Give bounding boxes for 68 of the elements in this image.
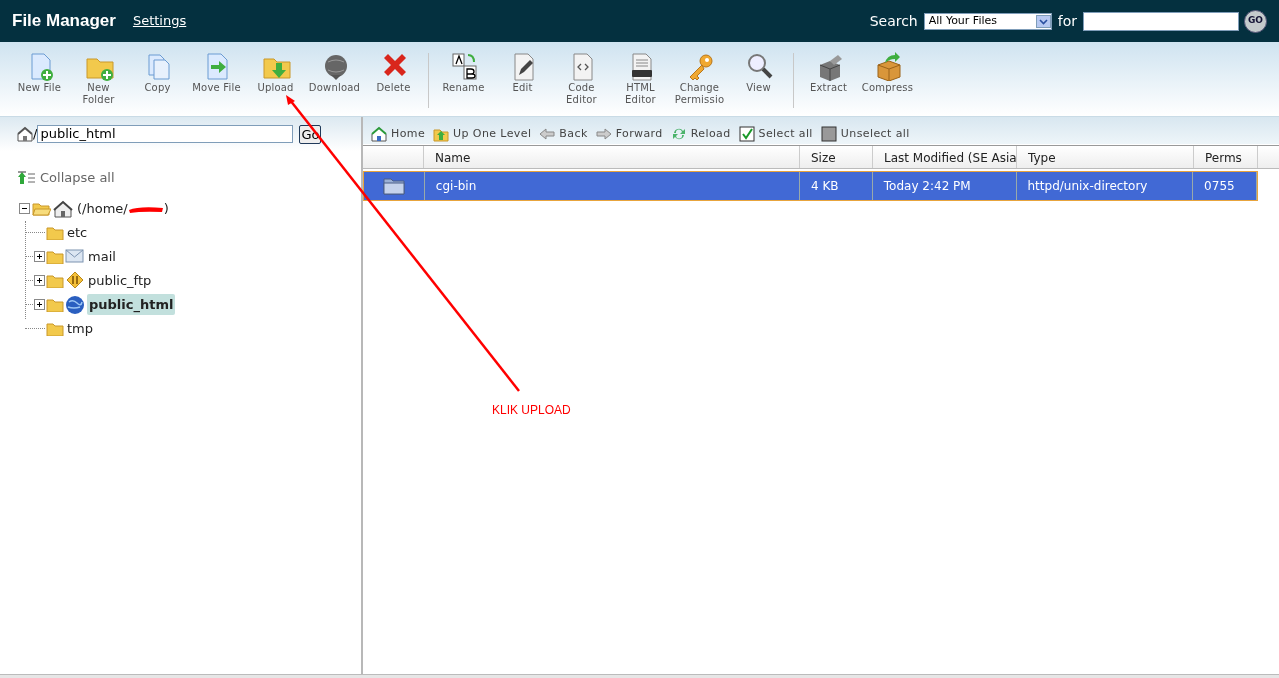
folder-icon (46, 249, 64, 264)
collapse-icon (18, 170, 36, 185)
search-label: Search (869, 11, 918, 31)
toolbar-button[interactable]: Code Editor (552, 51, 611, 106)
nav-button[interactable]: Select all (738, 125, 813, 142)
toolbar-button[interactable]: New Folder (69, 51, 128, 106)
tree-root-label[interactable]: (/home/ (77, 198, 128, 219)
toolbar-button[interactable]: Change Permissio (670, 51, 729, 106)
folder-icon (46, 297, 64, 312)
column-header[interactable]: Type (1028, 151, 1056, 165)
nav-button[interactable]: Forward (595, 125, 663, 142)
table-cell: Today 2:42 PM (872, 172, 1017, 200)
column-header[interactable]: Name (435, 151, 471, 165)
toolbar-button[interactable]: Compress (858, 51, 917, 94)
nav-button[interactable]: Up One Level (433, 125, 532, 142)
toolbar-button[interactable]: Delete (364, 51, 423, 94)
annotation-text: KLIK UPLOAD (492, 402, 571, 419)
toolbar-button[interactable]: Rename (434, 51, 493, 94)
toolbar-button[interactable]: Move File (187, 51, 246, 94)
nav-button[interactable]: Unselect all (820, 125, 910, 142)
nav-button[interactable]: Back (539, 125, 588, 142)
toolbar-button[interactable]: New File (10, 51, 69, 94)
table-row[interactable]: cgi-bin 4 KB Today 2:42 PM httpd/unix-directory 0755 (363, 171, 1258, 201)
tree-item[interactable]: public_html (87, 293, 176, 316)
house-icon (17, 126, 33, 142)
right-arrow-icon (595, 125, 612, 142)
table-cell: 4 KB (799, 172, 873, 200)
search-field[interactable] (1083, 11, 1239, 31)
folder-icon (46, 321, 64, 336)
toolbar-button[interactable]: Extract (799, 51, 858, 94)
column-header[interactable]: Size (811, 151, 836, 165)
folder-icon (46, 273, 64, 288)
scope-dropdown[interactable]: All Your Files (923, 12, 1052, 30)
tree-root-label[interactable]: ) (163, 198, 169, 219)
tree-item[interactable]: mail (87, 246, 117, 267)
toolbar-button[interactable]: Copy (128, 51, 187, 94)
path-field[interactable]: public_html (37, 125, 294, 143)
table-cell: httpd/unix-directory (1016, 172, 1194, 200)
toolbar-button[interactable]: Download (305, 51, 364, 94)
tree-item[interactable]: tmp (66, 318, 94, 339)
go-button[interactable]: GO (1244, 9, 1267, 33)
toolbar-button[interactable]: Edit (493, 51, 552, 94)
checkbox-icon (820, 125, 837, 142)
nav-button[interactable]: Home (371, 125, 426, 142)
table-cell: cgi-bin (424, 172, 800, 200)
column-header[interactable]: Perms (1205, 151, 1242, 165)
for-label: for (1057, 11, 1077, 31)
toolbar-button[interactable]: HTML Editor (611, 51, 670, 106)
tree-item[interactable]: public_ftp (87, 270, 153, 291)
toolbar-button[interactable]: View (729, 51, 788, 94)
house-icon (53, 199, 73, 218)
diamond-arrows-icon (65, 270, 85, 291)
collapse-all-link[interactable]: Collapse all (18, 168, 361, 188)
house-icon (371, 125, 387, 142)
table-cell: 0755 (1193, 172, 1257, 200)
settings-link[interactable]: Settings (132, 11, 187, 31)
column-header[interactable]: Last Modified (SE Asia (884, 151, 1017, 165)
tree-item[interactable]: etc (66, 222, 89, 243)
path-separator: / (33, 125, 38, 144)
folder-icon (382, 177, 405, 195)
toolbar-button[interactable]: Upload (246, 51, 305, 94)
globe-icon (65, 294, 85, 315)
nav-button[interactable]: Reload (670, 125, 731, 142)
left-arrow-icon (539, 125, 556, 142)
open-folder-icon (32, 201, 51, 216)
checkbox-checked-icon (738, 125, 755, 142)
folder-icon (46, 225, 64, 240)
app-title: File Manager (12, 10, 116, 33)
